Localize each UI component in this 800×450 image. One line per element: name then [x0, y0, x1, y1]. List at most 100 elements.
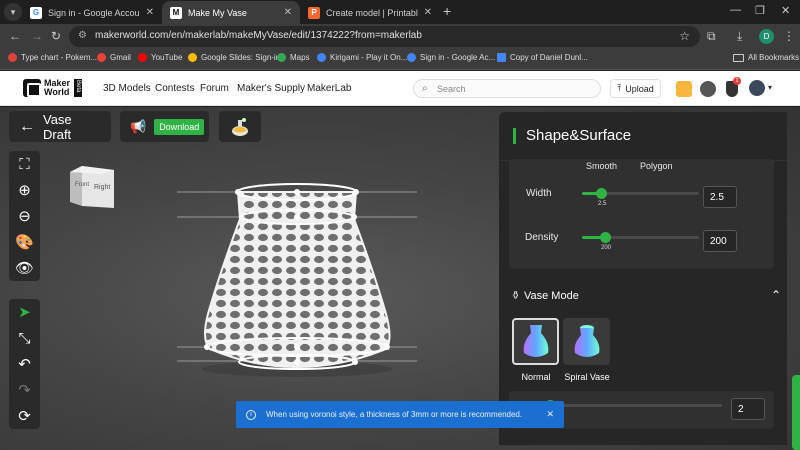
back-arrow-icon: ←	[19, 117, 35, 135]
site-info-icon[interactable]: ⚙	[78, 30, 87, 41]
bookmark-item[interactable]: Type chart - Pokem...	[8, 53, 97, 62]
chevron-down-icon[interactable]: ▾	[768, 83, 772, 92]
bookmark-item[interactable]: Sign in - Google Ac...	[407, 53, 495, 62]
messages-icon[interactable]	[700, 81, 716, 97]
forward-arrow-icon[interactable]: →	[31, 29, 43, 43]
logo-line-2: World	[44, 87, 70, 97]
profile-avatar[interactable]: D	[759, 29, 774, 44]
back-button[interactable]: ← Vase Draft	[9, 111, 111, 142]
style-polygon-option[interactable]: Polygon	[640, 161, 673, 171]
maps-icon	[277, 53, 286, 62]
vase-mode-normal-label: Normal	[521, 372, 551, 382]
refresh-icon[interactable]: ⟳	[9, 403, 40, 429]
toast-message: When using voronoi style, a thickness of…	[266, 410, 523, 419]
bookmark-item[interactable]: Maps	[277, 53, 310, 62]
tab-label: Sign in - Google Accounts	[48, 7, 140, 18]
vase-mode-header[interactable]: ⚱ Vase Mode ⌃	[511, 288, 781, 307]
tab-search-icon[interactable]: ▾	[4, 3, 22, 21]
bookmark-item[interactable]: Kirigami - Play it On...	[317, 53, 407, 62]
potion-button[interactable]	[219, 111, 261, 142]
bookmark-item[interactable]: Gmail	[97, 53, 131, 62]
nav-3d-models[interactable]: 3D Models	[103, 83, 151, 94]
view-cube[interactable]: Front Right	[66, 162, 116, 212]
window-close-icon[interactable]: ✕	[781, 4, 790, 17]
vase-mode-title: Vase Mode	[524, 290, 579, 302]
zoom-out-icon[interactable]: ⊖	[9, 203, 40, 229]
bookmark-star-icon[interactable]: ☆	[679, 29, 690, 43]
address-bar[interactable]: ⚙ makerworld.com/en/makerlab/makeMyVase/…	[69, 26, 700, 47]
scale-icon[interactable]: ⤡	[9, 325, 40, 351]
vase-model-preview[interactable]	[172, 177, 422, 377]
restore-icon[interactable]: ❐	[755, 4, 765, 17]
bookmark-item[interactable]: YouTube	[138, 53, 182, 62]
density-slider-handle[interactable]	[600, 232, 612, 243]
select-arrow-icon[interactable]: ➤	[9, 299, 40, 325]
chevron-up-icon[interactable]: ⌃	[771, 288, 781, 302]
undo-icon[interactable]: ↶	[9, 351, 40, 377]
site-header: Maker World Beta 3D Models Contests Forum…	[0, 71, 800, 106]
megaphone-icon[interactable]: 📢	[130, 119, 146, 135]
download-icon[interactable]: ⤓	[737, 29, 742, 44]
nav-contests[interactable]: Contests	[155, 83, 194, 94]
editor-workspace[interactable]: ← Vase Draft 📢 Download ⛶ ⊕ ⊖ 🎨 👁 ➤ ⤡ ↶ …	[0, 107, 800, 450]
edit-toolbar: ➤ ⤡ ↶ ↷ ⟳	[9, 299, 40, 429]
points-icon[interactable]	[676, 81, 692, 97]
all-bookmarks-button[interactable]: All Bookmarks	[733, 53, 799, 62]
google-docs-icon	[497, 53, 506, 62]
extensions-icon[interactable]: ⧉	[707, 29, 716, 44]
upload-button[interactable]: ⤒ Upload	[610, 79, 661, 98]
user-avatar[interactable]	[749, 80, 765, 96]
bookmarks-bar: Type chart - Pokem... Gmail YouTube Goog…	[0, 49, 800, 70]
google-g-icon: G	[30, 6, 42, 19]
download-button[interactable]: Download	[154, 118, 205, 135]
redo-icon[interactable]: ↷	[9, 377, 40, 403]
search-input[interactable]: ⌕ Search	[413, 79, 601, 98]
close-icon[interactable]: ✕	[146, 7, 154, 18]
tab-make-my-vase[interactable]: M Make My Vase ✕	[162, 1, 300, 24]
eye-icon[interactable]: 👁	[9, 255, 40, 281]
density-tick-value: 200	[601, 245, 612, 251]
upload-label: Upload	[625, 83, 654, 94]
close-icon[interactable]: ✕	[424, 7, 432, 18]
bookmark-item[interactable]: Google Slides: Sign-in	[188, 53, 280, 62]
nav-forum[interactable]: Forum	[200, 83, 229, 94]
toast-close-icon[interactable]: ✕	[546, 409, 554, 420]
gmail-icon	[97, 53, 106, 62]
side-drawer-tab[interactable]	[792, 375, 800, 450]
settings-panel: Shape&Surface Smooth Polygon Width 2.5 2…	[499, 112, 787, 445]
palette-icon[interactable]: 🎨	[9, 229, 40, 255]
back-arrow-icon[interactable]: ←	[9, 29, 21, 43]
thickness-input[interactable]: 2	[731, 398, 765, 420]
bookmark-label: Copy of Daniel Dunl...	[510, 53, 588, 62]
browser-tab-strip: ▾ G Sign in - Google Accounts ✕ M Make M…	[0, 0, 800, 24]
minimize-icon[interactable]: —	[730, 4, 741, 16]
all-bookmarks-label: All Bookmarks	[748, 53, 800, 62]
browser-toolbar: ← → ↻ ⚙ makerworld.com/en/makerlab/makeM…	[0, 24, 800, 49]
density-input[interactable]: 200	[703, 230, 737, 252]
zoom-in-icon[interactable]: ⊕	[9, 177, 40, 203]
potion-icon	[232, 117, 248, 136]
new-tab-button[interactable]: +	[443, 3, 451, 19]
bookmark-item[interactable]: Copy of Daniel Dunl...	[497, 53, 588, 62]
view-fit-icon[interactable]: ⛶	[9, 151, 40, 177]
bookmark-label: Google Slides: Sign-in	[201, 53, 281, 62]
vase-mode-spiral[interactable]: Spiral Vase	[563, 318, 611, 382]
nav-makerlab[interactable]: MakerLab	[307, 83, 351, 94]
reload-icon[interactable]: ↻	[51, 29, 61, 43]
width-label: Width	[526, 188, 552, 199]
makerworld-logo[interactable]: Maker World Beta	[23, 79, 83, 97]
density-slider[interactable]	[582, 232, 699, 243]
nav-makers-supply[interactable]: Maker's Supply	[237, 83, 305, 94]
vase-mode-normal[interactable]: Normal	[512, 318, 560, 382]
browser-menu-icon[interactable]: ⋮	[783, 29, 795, 43]
tab-printables[interactable]: P Create model | Printables.com ✕	[300, 1, 440, 24]
width-slider[interactable]	[582, 188, 699, 199]
width-slider-handle[interactable]	[595, 188, 607, 199]
close-icon[interactable]: ✕	[284, 7, 292, 18]
width-input[interactable]: 2.5	[703, 186, 737, 208]
tab-google-accounts[interactable]: G Sign in - Google Accounts ✕	[22, 1, 162, 24]
normal-vase-thumbnail	[512, 318, 559, 365]
kirigami-icon	[317, 53, 326, 62]
style-smooth-option[interactable]: Smooth	[586, 161, 617, 171]
makerworld-icon: M	[170, 6, 182, 19]
